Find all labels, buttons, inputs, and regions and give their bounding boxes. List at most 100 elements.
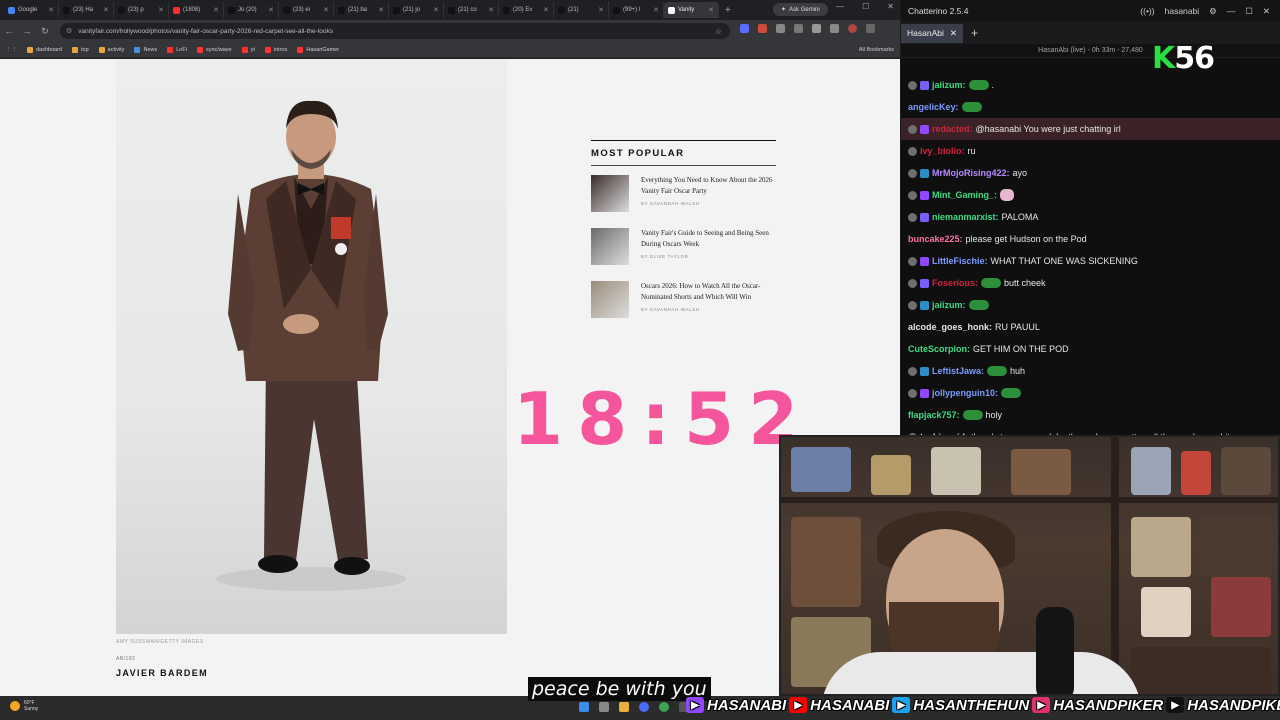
chat-username[interactable]: niemanmarxist: xyxy=(932,212,999,222)
close-tab-icon[interactable]: ✕ xyxy=(950,28,957,39)
browser-tab[interactable]: (21) jo ✕ xyxy=(389,2,444,18)
bookmark-item[interactable]: yt xyxy=(241,46,255,53)
chat-username[interactable]: Mint_Gaming_: xyxy=(932,190,997,200)
close-tab-icon[interactable]: ✕ xyxy=(213,6,219,14)
browser-tab[interactable]: (20) Ev ✕ xyxy=(499,2,554,18)
browser-tab[interactable]: Vanity ✕ xyxy=(664,2,719,18)
site-info-icon[interactable]: ⚙ xyxy=(66,27,72,35)
new-tab-icon[interactable]: + xyxy=(725,5,731,16)
extension-icon[interactable] xyxy=(794,24,803,33)
weather-widget[interactable]: 60°F Sunny xyxy=(10,700,38,712)
start-icon[interactable] xyxy=(579,702,589,712)
most-popular-item[interactable]: Oscars 2026: How to Watch All the Oscar-… xyxy=(591,281,776,325)
maximize-icon[interactable]: ☐ xyxy=(1245,6,1253,17)
download-icon[interactable] xyxy=(812,24,821,33)
browser-tab[interactable]: (21) ✕ xyxy=(554,2,609,18)
account-name[interactable]: hasanabi xyxy=(1165,6,1200,16)
ask-gemini-button[interactable]: ✦ Ask Gemini xyxy=(773,3,828,16)
close-tab-icon[interactable]: ✕ xyxy=(323,6,329,14)
extension-icon[interactable] xyxy=(776,24,785,33)
chat-username[interactable]: angelicKey: xyxy=(908,102,959,112)
article-headline[interactable]: Everything You Need to Know About the 20… xyxy=(641,175,776,197)
taskbar-app-icon[interactable] xyxy=(599,702,609,712)
chat-username[interactable]: Foserious: xyxy=(932,278,978,288)
close-tab-icon[interactable]: ✕ xyxy=(378,6,384,14)
close-tab-icon[interactable]: ✕ xyxy=(488,6,494,14)
browser-tab[interactable]: (23) p ✕ xyxy=(114,2,169,18)
bookmark-item[interactable]: News xyxy=(134,46,157,53)
browser-tab[interactable]: (1808) ✕ xyxy=(169,2,224,18)
bookmark-item[interactable]: top xyxy=(72,46,89,53)
close-tab-icon[interactable]: ✕ xyxy=(653,6,659,14)
browser-tab[interactable]: Google ✕ xyxy=(4,2,59,18)
browser-tab[interactable]: (23) Ha ✕ xyxy=(59,2,114,18)
minimize-icon[interactable]: — xyxy=(1227,6,1236,16)
chat-username[interactable]: alcode_goes_honk: xyxy=(908,322,992,332)
bookmark-item[interactable]: dashboard xyxy=(27,46,62,53)
menu-icon[interactable] xyxy=(866,24,875,33)
article-thumbnail[interactable] xyxy=(591,281,629,318)
close-tab-icon[interactable]: ✕ xyxy=(48,6,54,14)
all-bookmarks[interactable]: All Bookmarks xyxy=(859,47,894,53)
minimize-icon[interactable]: — xyxy=(836,2,844,11)
user-badge-icon xyxy=(920,124,929,134)
add-tab-icon[interactable]: + xyxy=(971,26,978,40)
browser-tab[interactable]: (21) co ✕ xyxy=(444,2,499,18)
split-view-icon[interactable] xyxy=(830,24,839,33)
bookmark-item[interactable]: LoFi xyxy=(167,46,187,53)
bookmark-item[interactable]: HasanGamer xyxy=(297,46,339,53)
article-headline[interactable]: Vanity Fair's Guide to Seeing and Being … xyxy=(641,228,776,250)
chat-username[interactable]: CuteScorpion: xyxy=(908,344,970,354)
extension-icon[interactable] xyxy=(740,24,749,33)
close-tab-icon[interactable]: ✕ xyxy=(268,6,274,14)
settings-gear-icon[interactable]: ⚙ xyxy=(1209,6,1217,17)
most-popular-list: Everything You Need to Know About the 20… xyxy=(591,175,776,325)
profile-avatar[interactable] xyxy=(848,24,857,33)
most-popular-item[interactable]: Vanity Fair's Guide to Seeing and Being … xyxy=(591,228,776,272)
chat-username[interactable]: ivy_biolio: xyxy=(920,146,965,156)
article-thumbnail[interactable] xyxy=(591,228,629,265)
article-headline[interactable]: Oscars 2026: How to Watch All the Oscar-… xyxy=(641,281,776,303)
close-tab-icon[interactable]: ✕ xyxy=(433,6,439,14)
bookmark-item[interactable]: sync/wave xyxy=(196,46,232,53)
chrome-icon[interactable] xyxy=(659,702,669,712)
close-tab-icon[interactable]: ✕ xyxy=(708,6,714,14)
close-icon[interactable]: ✕ xyxy=(887,2,894,11)
address-bar[interactable]: ⚙ vanityfair.com/hollywood/photos/vanity… xyxy=(60,23,730,39)
close-tab-icon[interactable]: ✕ xyxy=(158,6,164,14)
chat-username[interactable]: MrMojoRising422: xyxy=(932,168,1010,178)
chat-username[interactable]: flapjack757: xyxy=(908,410,960,420)
close-tab-icon[interactable]: ✕ xyxy=(103,6,109,14)
chat-username[interactable]: jaiizum: xyxy=(932,300,966,310)
browser-tab[interactable]: (23) ei ✕ xyxy=(279,2,334,18)
folder-icon[interactable] xyxy=(619,702,629,712)
close-tab-icon[interactable]: ✕ xyxy=(598,6,604,14)
article-thumbnail[interactable] xyxy=(591,175,629,212)
chat-message: LeftistJawa: huh xyxy=(901,360,1280,382)
close-tab-icon[interactable]: ✕ xyxy=(543,6,549,14)
browser-tab[interactable]: Jo (20) ✕ xyxy=(224,2,279,18)
back-icon[interactable]: ← xyxy=(0,26,18,36)
chat-username[interactable]: LeftistJawa: xyxy=(932,366,984,376)
bookmark-item[interactable]: activity xyxy=(98,46,124,53)
chat-username[interactable]: buncake225: xyxy=(908,234,963,244)
reload-icon[interactable]: ↻ xyxy=(36,26,54,37)
most-popular-item[interactable]: Everything You Need to Know About the 20… xyxy=(591,175,776,219)
stream-icon[interactable]: ((•)) xyxy=(1140,6,1154,16)
bookmark-item[interactable]: intros xyxy=(264,46,287,53)
chat-tab-hasanabi[interactable]: HasanAbi ✕ xyxy=(901,23,963,43)
chat-username[interactable]: LittleFischie: xyxy=(932,256,988,266)
bookmark-star-icon[interactable]: ☆ xyxy=(715,27,722,36)
forward-icon[interactable]: → xyxy=(18,26,36,36)
browser-icon[interactable] xyxy=(639,702,649,712)
apps-grid-icon[interactable]: ⋮⋮ xyxy=(6,47,17,53)
chat-message: redacted: @hasanabi You were just chattin… xyxy=(901,118,1280,140)
chat-username[interactable]: redacted: xyxy=(932,124,973,134)
chat-username[interactable]: jaiizum: xyxy=(932,80,966,90)
chat-username[interactable]: jollypenguin10: xyxy=(932,388,998,398)
browser-tab[interactable]: (99+) l ✕ xyxy=(609,2,664,18)
browser-tab[interactable]: (21) ba ✕ xyxy=(334,2,389,18)
close-icon[interactable]: ✕ xyxy=(1263,6,1270,17)
extension-icon[interactable] xyxy=(758,24,767,33)
maximize-icon[interactable]: ☐ xyxy=(862,2,869,11)
